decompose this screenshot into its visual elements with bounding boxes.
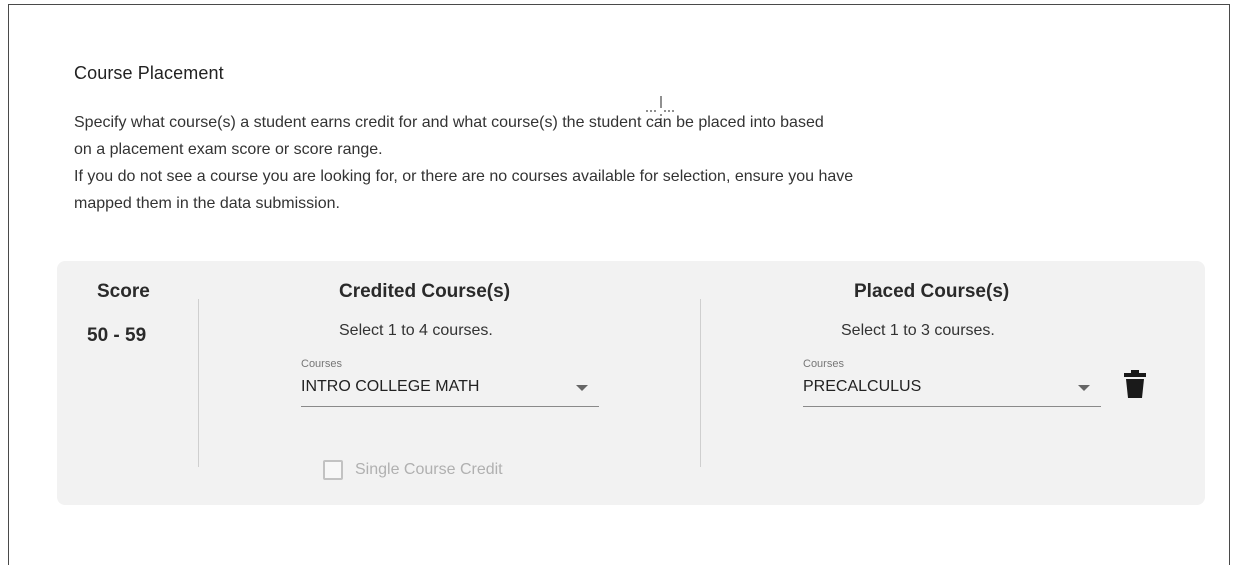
- section-title: Course Placement: [74, 63, 224, 83]
- description-line: If you do not see a course you are looki…: [74, 168, 854, 185]
- description-line: on a placement exam score or score range…: [74, 141, 383, 158]
- dropdown-arrow-icon[interactable]: [576, 385, 588, 391]
- dropdown-arrow-icon[interactable]: [1078, 385, 1090, 391]
- single-course-credit[interactable]: Single Course Credit: [323, 460, 503, 480]
- credited-courses-header: Credited Course(s): [339, 281, 511, 302]
- description-line: mapped them in the data submission.: [74, 195, 340, 212]
- placed-courses-label: Courses: [803, 358, 844, 370]
- credited-courses-hint: Select 1 to 4 courses.: [339, 322, 493, 339]
- trash-icon[interactable]: [1123, 369, 1147, 399]
- credited-courses-select[interactable]: Courses INTRO COLLEGE MATH: [301, 356, 599, 407]
- credited-courses-label: Courses: [301, 358, 342, 370]
- score-header: Score: [97, 281, 150, 302]
- crosshair-cursor-icon: [646, 96, 676, 126]
- course-placement-card: Course Placement Specify what course(s) …: [8, 4, 1230, 565]
- placed-courses-hint: Select 1 to 3 courses.: [841, 322, 995, 339]
- placed-courses-value: PRECALCULUS: [803, 378, 922, 395]
- credited-courses-value: INTRO COLLEGE MATH: [301, 378, 480, 395]
- single-course-credit-checkbox[interactable]: [323, 460, 343, 480]
- column-divider: [700, 299, 701, 467]
- score-range: 50 - 59: [87, 325, 147, 346]
- placed-courses-field[interactable]: PRECALCULUS: [803, 372, 1101, 407]
- placed-courses-select[interactable]: Courses PRECALCULUS: [803, 356, 1101, 407]
- placement-row: Score 50 - 59 Credited Course(s) Select …: [57, 261, 1205, 505]
- placed-courses-header: Placed Course(s): [854, 281, 1010, 302]
- column-divider: [198, 299, 199, 467]
- single-course-credit-label: Single Course Credit: [355, 461, 503, 478]
- credited-courses-field[interactable]: INTRO COLLEGE MATH: [301, 372, 599, 407]
